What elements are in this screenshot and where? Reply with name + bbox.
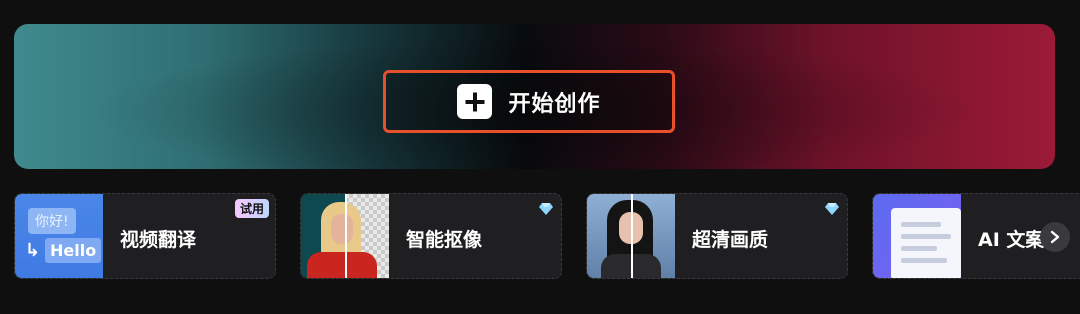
chevron-right-icon [1050,230,1060,244]
tool-label: 视频翻译 [120,229,197,251]
carousel-next-button[interactable] [1040,222,1070,252]
hd-thumbnail [587,194,675,278]
tool-card-smart-cutout[interactable]: 智能抠像 [300,193,562,279]
translate-thumbnail: 你好! ↳ Hello [15,194,103,278]
thumb-text-cn: 你好! [28,208,76,234]
return-arrow-icon: ↳ [25,240,41,261]
tool-label: 智能抠像 [406,229,483,251]
plus-icon [457,84,493,119]
compare-divider [631,194,633,278]
tool-card-hd-quality[interactable]: 超清画质 [586,193,848,279]
person-shirt [307,252,377,278]
start-creating-button[interactable]: 开始创作 [383,70,675,133]
diamond-icon [825,203,839,215]
trial-badge: 试用 [234,199,269,218]
start-creating-label: 开始创作 [508,91,601,117]
diamond-icon [539,203,553,215]
create-banner[interactable]: 开始创作 [14,24,1055,169]
tool-card-video-translate[interactable]: 你好! ↳ Hello 视频翻译 试用 [14,193,276,279]
document-icon [891,208,961,278]
tool-label: 超清画质 [692,229,769,251]
ai-copy-thumbnail [873,194,961,278]
person-face [331,214,353,244]
thumb-text-en: Hello [45,238,102,263]
compare-divider [345,194,347,278]
cutout-thumbnail [301,194,389,278]
tool-label: AI 文案 [978,229,1045,251]
home-panel: 开始创作 你好! ↳ Hello 视频翻译 试用 智能抠像 超清画质 AI 文案 [0,0,1080,314]
